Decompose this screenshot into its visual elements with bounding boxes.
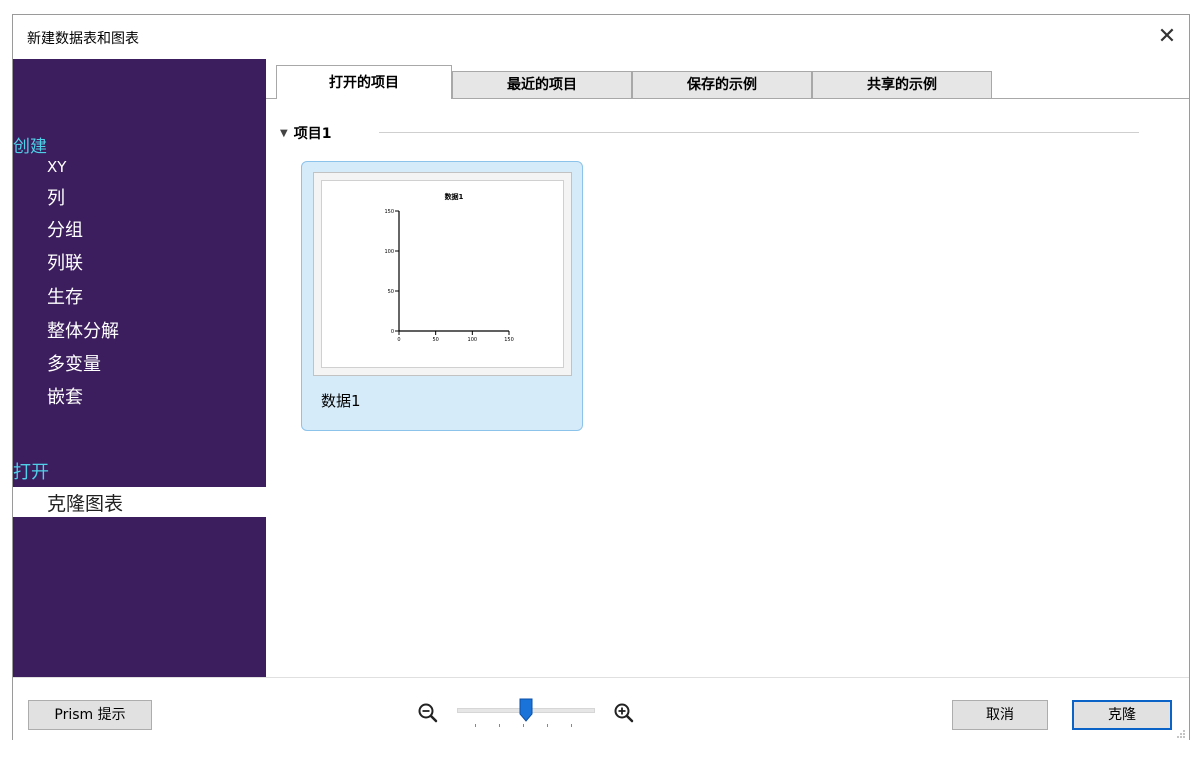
x-tick-label: 0: [397, 337, 400, 343]
title-bar: 新建数据表和图表 ✕: [13, 15, 1189, 59]
x-tick-label: 150: [504, 337, 514, 343]
zoom-in-icon[interactable]: [613, 702, 635, 724]
prism-tips-button[interactable]: Prism 提示: [28, 700, 152, 730]
zoom-slider[interactable]: [457, 698, 595, 728]
sidebar-header-create: 创建: [13, 137, 47, 157]
sidebar-item-grouped[interactable]: 分组: [47, 216, 83, 242]
sidebar-header-open: 打开: [13, 462, 49, 483]
x-tick-label: 50: [432, 337, 438, 343]
graph-card-label: 数据1: [321, 392, 361, 410]
graph-card[interactable]: 数据1 0 50 100 150 0 50 100 150 数据1: [301, 161, 583, 431]
zoom-out-icon[interactable]: [417, 702, 439, 724]
sidebar-item-parts-of-whole[interactable]: 整体分解: [47, 317, 119, 343]
collapse-arrow-icon: ▼: [280, 127, 288, 139]
slider-tick: [475, 724, 476, 727]
dialog-window: 新建数据表和图表 ✕ 创建 XY 列 分组 列联 生存 整体分解 多变量 嵌套 …: [12, 14, 1190, 742]
thumbnail-chart: 数据1 0 50 100 150 0 50 100 150: [384, 192, 514, 343]
slider-tick: [523, 724, 524, 727]
sidebar-item-label: 克隆图表: [47, 493, 124, 515]
sidebar-item-xy[interactable]: XY: [47, 158, 66, 176]
sidebar-item-clone-graph[interactable]: 克隆图表: [13, 487, 266, 517]
tab-shared-examples[interactable]: 共享的示例: [812, 71, 992, 98]
thumbnail-chart-title: 数据1: [445, 192, 464, 201]
sidebar-item-column[interactable]: 列: [47, 184, 65, 210]
y-tick-label: 0: [391, 329, 394, 335]
cancel-button[interactable]: 取消: [952, 700, 1048, 730]
graph-thumbnail: 数据1 0 50 100 150 0 50 100 150: [313, 172, 572, 376]
slider-tick: [499, 724, 500, 727]
main-panel: 打开的项目 最近的项目 保存的示例 共享的示例 ▼ 项目1 数据1 0 50 100 1…: [266, 59, 1189, 677]
y-tick-label: 100: [384, 249, 394, 255]
y-tick-label: 150: [384, 209, 394, 215]
tab-bar: 打开的项目 最近的项目 保存的示例 共享的示例: [266, 59, 1189, 99]
group-divider: [379, 132, 1139, 133]
graph-thumbnail-inner: 数据1 0 50 100 150 0 50 100 150: [321, 180, 564, 368]
sidebar-item-contingency[interactable]: 列联: [47, 249, 83, 275]
slider-tick: [571, 724, 572, 727]
dialog-title: 新建数据表和图表: [27, 31, 139, 47]
slider-tick: [547, 724, 548, 727]
tab-recent-projects[interactable]: 最近的项目: [452, 71, 632, 98]
zoom-slider-thumb[interactable]: [519, 698, 533, 722]
close-button[interactable]: ✕: [1151, 21, 1183, 53]
resize-grip-icon[interactable]: [1176, 729, 1186, 739]
clone-button[interactable]: 克隆: [1072, 700, 1172, 730]
project-group-title: 项目1: [293, 126, 332, 142]
sidebar-item-nested[interactable]: 嵌套: [47, 383, 83, 409]
close-icon: ✕: [1157, 24, 1177, 49]
y-tick-label: 50: [388, 289, 394, 295]
tab-open-projects[interactable]: 打开的项目: [276, 65, 452, 99]
tab-saved-examples[interactable]: 保存的示例: [632, 71, 812, 98]
project-group-header[interactable]: ▼ 项目1: [280, 123, 331, 143]
sidebar-item-multivariable[interactable]: 多变量: [47, 350, 101, 376]
footer-bar: Prism 提示 取消 克隆: [13, 677, 1189, 742]
x-tick-label: 100: [468, 337, 478, 343]
sidebar: 创建 XY 列 分组 列联 生存 整体分解 多变量 嵌套 打开 克隆图表: [13, 59, 266, 677]
sidebar-item-survival[interactable]: 生存: [47, 283, 83, 309]
